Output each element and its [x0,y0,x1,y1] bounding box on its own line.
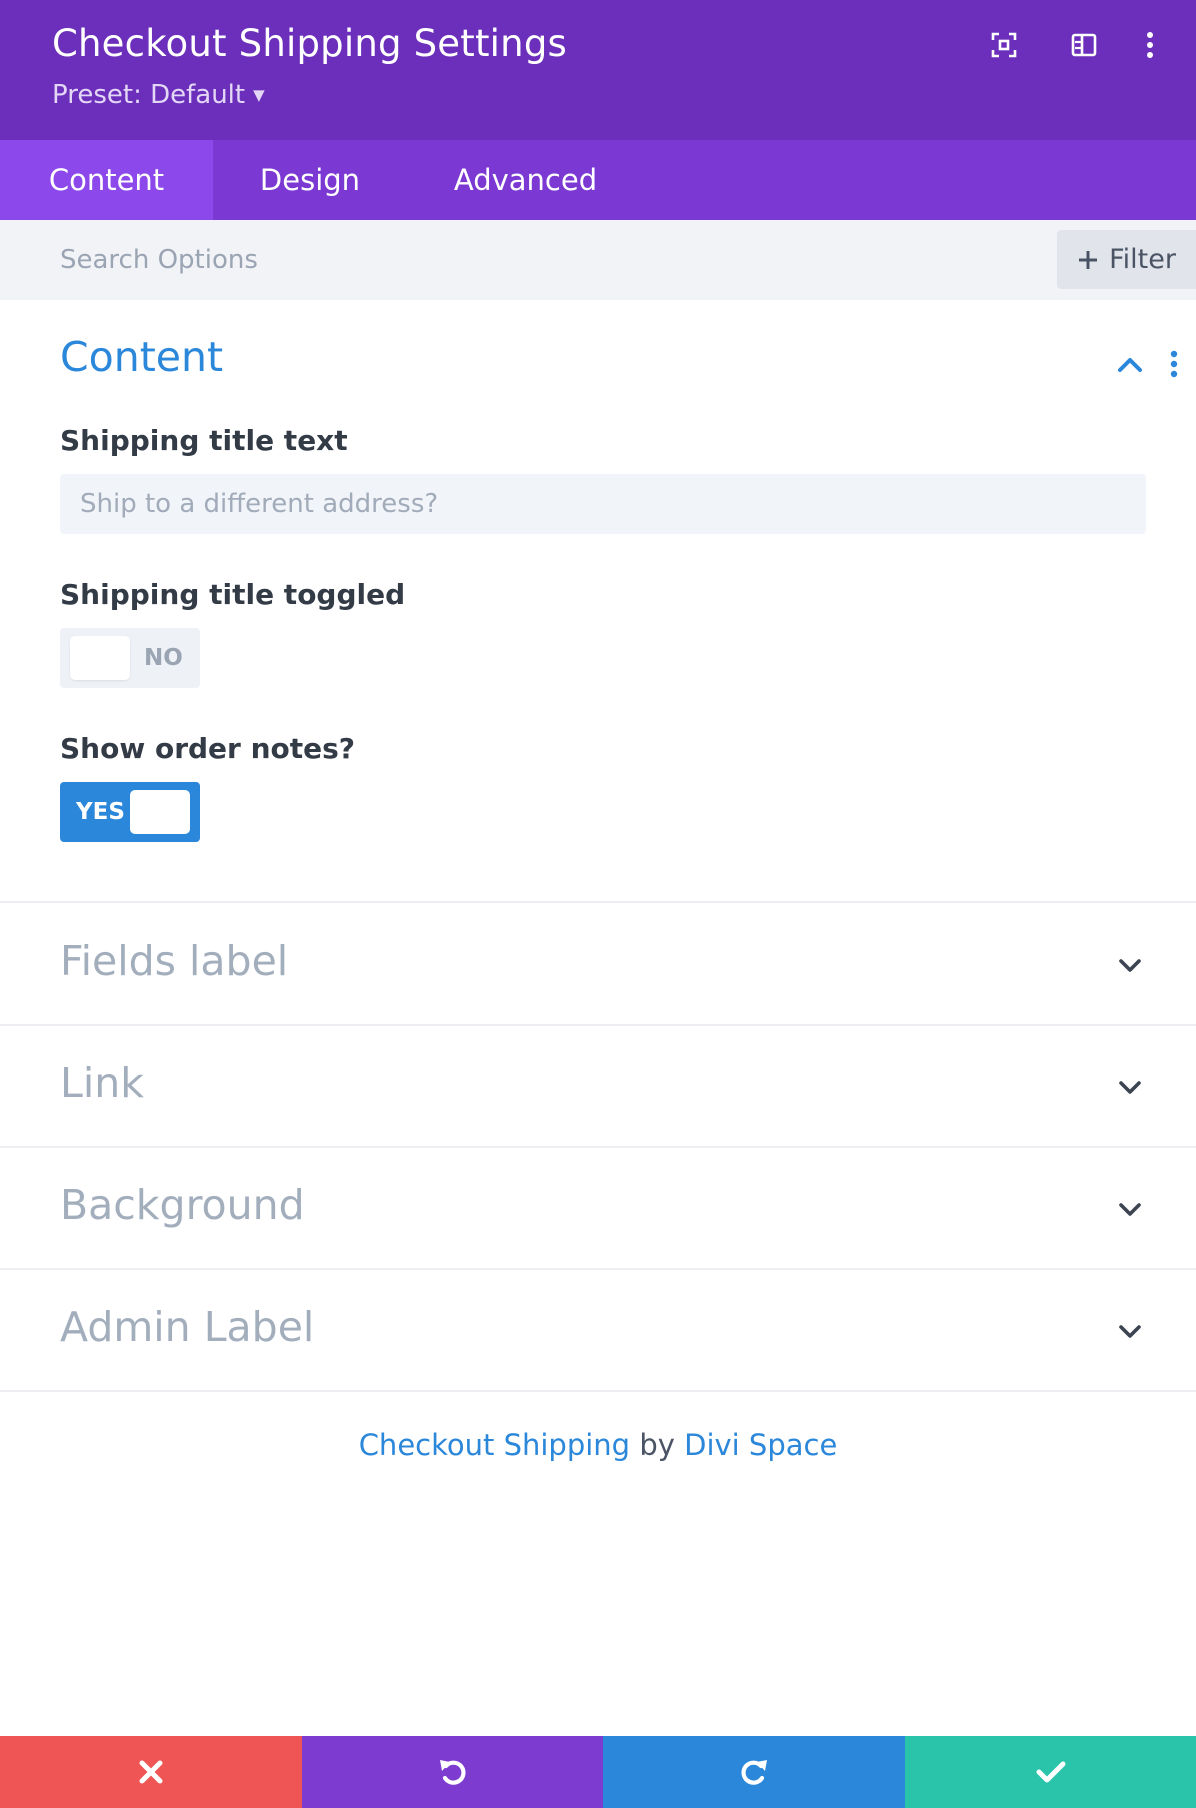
shipping-title-text-field [60,474,1146,534]
module-link[interactable]: Checkout Shipping [359,1428,630,1462]
section-title-link[interactable]: Link [60,1059,144,1107]
tab-content[interactable]: Content [0,140,213,220]
caret-down-icon: ▼ [253,86,265,104]
shipping-title-text-label: Shipping title text [60,424,348,457]
more-vertical-icon[interactable] [1133,28,1167,62]
preset-label: Preset: Default [52,80,246,110]
tab-design[interactable]: Design [213,140,407,220]
save-button[interactable] [905,1736,1196,1808]
toggle-knob [70,636,130,680]
author-link[interactable]: Divi Space [684,1428,837,1462]
section-title-background[interactable]: Background [60,1181,305,1229]
filter-button[interactable]: Filter [1057,230,1196,289]
section-title-admin-label[interactable]: Admin Label [60,1303,314,1351]
filter-label: Filter [1109,244,1176,275]
section-title-content[interactable]: Content [60,333,223,381]
show-order-notes-switch[interactable]: YES [60,782,200,842]
plus-icon [1079,250,1098,269]
split-view-icon[interactable] [1067,28,1101,62]
section-more-icon[interactable] [1168,348,1180,382]
close-icon [139,1760,163,1784]
show-order-notes-label: Show order notes? [60,732,356,765]
divider [0,1268,1196,1270]
discard-button[interactable] [0,1736,302,1808]
chevron-down-icon[interactable] [1110,946,1150,986]
shipping-title-text-input[interactable] [60,474,1146,534]
shipping-title-toggled-switch[interactable]: NO [60,628,200,688]
undo-button[interactable] [302,1736,603,1808]
modal-title: Checkout Shipping Settings [52,22,567,65]
divider [0,901,1196,903]
search-bar [0,220,1196,300]
divider [0,1390,1196,1392]
chevron-down-icon[interactable] [1110,1312,1150,1352]
module-credit: Checkout Shipping by Divi Space [0,1428,1196,1462]
redo-icon [741,1760,767,1785]
preset-selector[interactable]: Preset: Default ▼ [52,80,265,110]
search-input[interactable] [60,238,960,282]
undo-icon [439,1760,466,1785]
tab-bar: Content Design Advanced [0,140,1196,220]
expand-icon[interactable] [987,28,1021,62]
divider [0,1024,1196,1026]
tab-advanced[interactable]: Advanced [407,140,644,220]
modal-header: Checkout Shipping Settings Preset: Defau… [0,0,1196,140]
redo-button[interactable] [603,1736,905,1808]
check-icon [1036,1761,1065,1783]
shipping-title-toggled-label: Shipping title toggled [60,578,406,611]
toggle-state-text: YES [76,799,125,825]
toggle-state-text: NO [144,645,183,671]
divider [0,1146,1196,1148]
chevron-up-icon[interactable] [1110,345,1150,385]
toggle-knob [130,790,190,834]
credit-by-text: by [639,1428,675,1462]
section-title-fields-label[interactable]: Fields label [60,937,288,985]
chevron-down-icon[interactable] [1110,1190,1150,1230]
chevron-down-icon[interactable] [1110,1068,1150,1108]
